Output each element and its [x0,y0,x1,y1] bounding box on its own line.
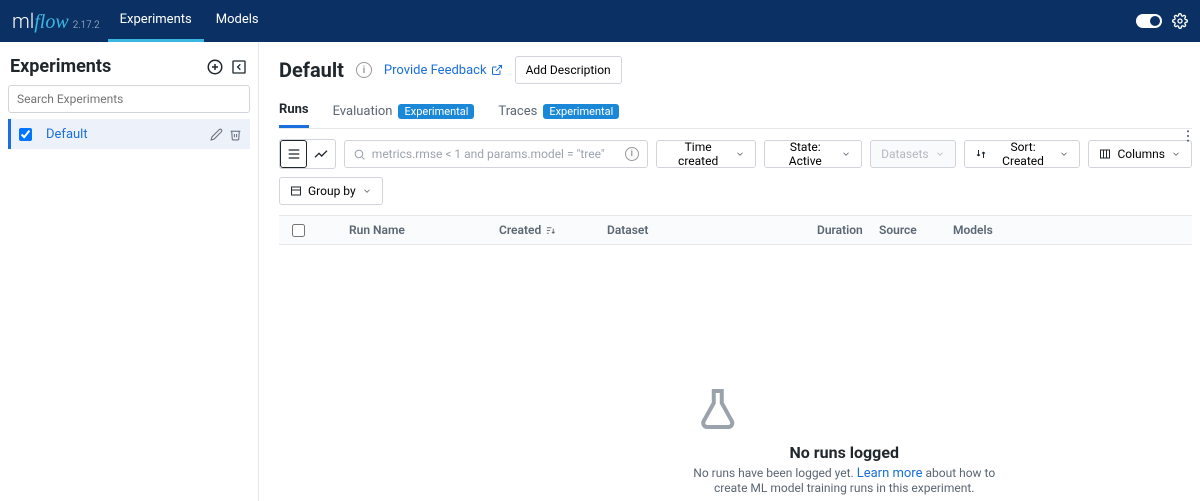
chevron-down-icon [935,149,945,159]
nav-experiments[interactable]: Experiments [108,0,204,42]
brand-logo: mlflow 2.17.2 [12,9,108,34]
time-created-label: Time created [667,140,730,168]
more-options-icon[interactable] [1180,128,1196,144]
view-toggle [279,139,336,169]
page-title: Default [279,58,344,82]
tab-runs-label: Runs [279,102,309,117]
top-nav: mlflow 2.17.2 Experiments Models [0,0,1200,42]
experimental-badge: Experimental [398,104,474,119]
datasets-label: Datasets [881,147,929,161]
delete-icon[interactable] [229,128,242,141]
add-description-label: Add Description [526,63,611,77]
info-icon[interactable]: i [356,62,372,78]
feedback-label: Provide Feedback [384,63,487,78]
nav-models-label: Models [216,12,259,27]
sidebar-title: Experiments [10,56,111,77]
experimental-badge: Experimental [543,104,619,119]
col-created-label: Created [499,223,541,237]
sidebar-item-label: Default [46,127,88,142]
col-run-name[interactable]: Run Name [341,223,491,237]
tabs: Runs Evaluation Experimental Traces Experi… [279,102,1192,129]
tab-traces-label: Traces [498,104,537,119]
sort-icon [975,148,987,160]
search-icon [353,148,366,161]
filter-input[interactable]: metrics.rmse < 1 and params.model = "tre… [344,140,648,168]
select-all-checkbox[interactable] [292,224,305,237]
state-label: State: Active [775,140,835,168]
provide-feedback-link[interactable]: Provide Feedback [384,63,503,78]
chevron-down-icon [735,149,745,159]
nav-models[interactable]: Models [204,0,271,42]
group-by-button[interactable]: Group by [279,177,383,205]
sidebar-item-default[interactable]: Default [8,119,250,149]
search-experiments-input[interactable] [8,85,250,113]
sidebar-item-checkbox[interactable] [19,128,32,141]
columns-icon [1099,148,1111,160]
sort-desc-icon [545,225,556,236]
learn-more-link[interactable]: Learn more [857,466,923,481]
columns-button[interactable]: Columns [1088,140,1192,168]
col-duration[interactable]: Duration [809,223,871,237]
empty-text: No runs have been logged yet. Learn more… [693,466,995,481]
brand-flow: flow [34,11,68,33]
sort-button[interactable]: Sort: Created [964,140,1081,168]
list-view-icon[interactable] [280,140,307,168]
nav-experiments-label: Experiments [120,12,192,27]
brand-version: 2.17.2 [73,20,100,31]
flask-icon [693,385,741,433]
theme-toggle[interactable] [1136,14,1162,28]
columns-label: Columns [1117,147,1165,161]
datasets-filter[interactable]: Datasets [870,140,956,168]
chart-view-icon[interactable] [307,140,334,168]
tab-runs[interactable]: Runs [279,102,309,128]
chevron-down-icon [841,149,851,159]
chevron-down-icon [1171,149,1181,159]
collapse-sidebar-icon[interactable] [230,58,248,76]
state-filter[interactable]: State: Active [764,140,862,168]
edit-icon[interactable] [210,128,223,141]
empty-title: No runs logged [693,443,995,462]
group-icon [290,185,302,197]
col-dataset[interactable]: Dataset [599,223,809,237]
add-description-button[interactable]: Add Description [515,56,622,84]
settings-icon[interactable] [1172,13,1188,29]
chevron-down-icon [1059,149,1069,159]
filter-placeholder: metrics.rmse < 1 and params.model = "tre… [372,147,619,161]
new-experiment-icon[interactable] [206,58,224,76]
col-created[interactable]: Created [491,223,599,237]
tab-traces[interactable]: Traces Experimental [498,102,619,128]
tab-evaluation-label: Evaluation [333,104,393,119]
time-created-filter[interactable]: Time created [656,140,757,168]
main-content: Default i Provide Feedback Add Descripti… [259,42,1200,501]
group-by-label: Group by [308,184,356,198]
chevron-down-icon [362,186,372,196]
table-header: Run Name Created Dataset Duration Source… [279,215,1192,245]
col-models[interactable]: Models [945,223,1025,237]
filter-help-icon[interactable]: i [625,147,639,161]
tab-evaluation[interactable]: Evaluation Experimental [333,102,475,128]
brand-ml: ml [12,9,34,33]
empty-state: No runs logged No runs have been logged … [693,385,995,495]
sidebar: Experiments Default [0,42,259,501]
col-source[interactable]: Source [871,223,945,237]
empty-text-2: create ML model training runs in this ex… [693,481,995,495]
sort-label: Sort: Created [993,140,1054,168]
